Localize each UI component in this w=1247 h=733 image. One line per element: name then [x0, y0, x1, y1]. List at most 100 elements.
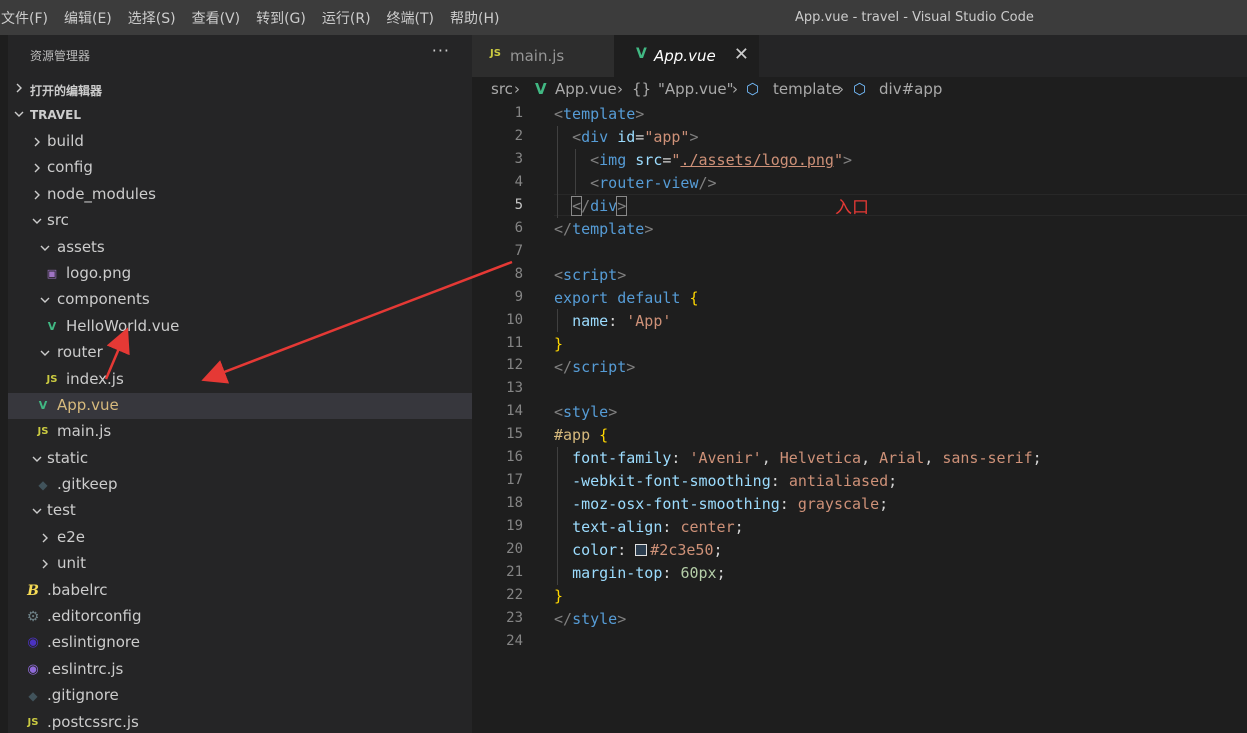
line-number: 13	[506, 380, 523, 397]
tree-item[interactable]: ◆ .gitkeep	[8, 472, 472, 498]
code-line: }	[554, 587, 564, 605]
project-section[interactable]: TRAVEL	[8, 103, 472, 129]
menu-file[interactable]: 文件(F)	[1, 8, 48, 28]
chevron-down-icon	[40, 297, 50, 304]
tree-item-label: logo.png	[66, 263, 132, 282]
tree-item[interactable]: JS main.js	[8, 419, 472, 445]
tree-item[interactable]: ◉ .eslintignore	[8, 630, 472, 656]
code-line: text-align: center;	[572, 518, 744, 536]
code-line: <img src="./assets/logo.png">	[590, 151, 853, 169]
close-icon[interactable]: ✕	[734, 44, 749, 65]
js-file-icon: JS	[46, 373, 58, 385]
chevron-right-icon	[16, 83, 22, 93]
current-line-highlight	[554, 194, 1247, 216]
line-number: 17	[506, 472, 523, 489]
color-swatch-icon[interactable]	[635, 544, 648, 556]
menu-terminal[interactable]: 终端(T)	[387, 8, 434, 28]
line-number: 15	[506, 426, 523, 443]
file-tree: build config node_modules src assets ▣ logo.pn…	[8, 129, 472, 733]
tree-item[interactable]: B .babelrc	[8, 578, 472, 604]
open-editors-label: 打开的编辑器	[30, 84, 103, 98]
tree-item[interactable]: V HelloWorld.vue	[8, 314, 472, 340]
tab-label: main.js	[510, 47, 565, 65]
chevron-right-icon	[34, 163, 40, 173]
line-number: 2	[514, 127, 523, 144]
code-line: font-family: 'Avenir', Helvetica, Arial,…	[572, 449, 1042, 467]
menu-selection[interactable]: 选择(S)	[128, 8, 176, 28]
chevron-right-icon	[34, 190, 40, 200]
tree-item[interactable]: src	[8, 208, 472, 234]
js-file-icon: JS	[490, 48, 501, 59]
menu-goto[interactable]: 转到(G)	[256, 8, 306, 28]
editor-tabs: JS main.js V App.vue ✕	[472, 35, 1247, 77]
tree-item-label: build	[47, 132, 84, 150]
tree-item[interactable]: components	[8, 287, 472, 313]
line-number: 4	[514, 173, 523, 190]
code-line: margin-top: 60px;	[572, 564, 726, 582]
code-line: }	[554, 335, 564, 353]
tree-item[interactable]: test	[8, 498, 472, 524]
more-actions-icon[interactable]: ···	[432, 41, 450, 60]
tree-item[interactable]: V App.vue	[8, 392, 472, 420]
line-number: 16	[506, 449, 523, 466]
tree-item[interactable]: assets	[8, 235, 472, 261]
tree-item-label: App.vue	[57, 395, 119, 414]
tree-item[interactable]: JS .postcssrc.js	[8, 710, 472, 733]
line-number: 12	[506, 357, 523, 374]
chevron-right-icon	[42, 533, 48, 543]
window-title: App.vue - travel - Visual Studio Code	[795, 10, 1034, 25]
code-line: -webkit-font-smoothing: antialiased;	[572, 472, 898, 490]
js-file-icon: JS	[27, 716, 39, 728]
open-editors-section[interactable]: 打开的编辑器	[8, 77, 472, 103]
line-number: 9	[514, 288, 523, 305]
code-line: </div>	[571, 196, 628, 216]
tree-item[interactable]: config	[8, 155, 472, 181]
chevron-down-icon	[40, 350, 50, 357]
project-label: TRAVEL	[30, 108, 82, 122]
vue-file-icon: V	[47, 319, 57, 333]
tab-app-vue[interactable]: V App.vue ✕	[614, 35, 759, 77]
breadcrumb-template[interactable]: template	[773, 80, 841, 98]
vue-file-icon: V	[636, 46, 647, 62]
menu-edit[interactable]: 编辑(E)	[64, 8, 112, 28]
line-number: 7	[514, 242, 523, 259]
tree-item[interactable]: ▣ logo.png	[8, 261, 472, 287]
menu-run[interactable]: 运行(R)	[322, 8, 371, 28]
tree-item[interactable]: router	[8, 340, 472, 366]
tree-item-label: .postcssrc.js	[47, 712, 139, 731]
code-editor[interactable]: 1 2 3 4 5 6 7 8 9 10 11 12 13 14 15 16 17 18 19 20 21 22 23 24 …	[472, 103, 1247, 733]
tab-main-js[interactable]: JS main.js	[472, 35, 614, 77]
line-number: 19	[506, 518, 523, 535]
line-number: 1	[514, 105, 523, 121]
tree-item-label: .gitignore	[47, 686, 119, 705]
tree-item[interactable]: build	[8, 129, 472, 155]
code-line: <style>	[554, 403, 618, 421]
tree-item[interactable]: JS index.js	[8, 367, 472, 393]
code-line: #app {	[554, 426, 609, 444]
cube-icon: ⬡	[746, 80, 760, 98]
tree-item[interactable]: unit	[8, 551, 472, 577]
cube-icon: ⬡	[853, 80, 867, 98]
tree-item[interactable]: ⚙ .editorconfig	[8, 604, 472, 630]
breadcrumb-object[interactable]: "App.vue"	[658, 80, 733, 98]
js-file-icon: JS	[37, 426, 49, 438]
breadcrumb-div[interactable]: div#app	[879, 80, 942, 98]
git-file-icon: ◆	[38, 478, 48, 493]
tree-item[interactable]: ◉ .eslintrc.js	[8, 657, 472, 683]
code-line: <template>	[554, 105, 645, 123]
tree-item[interactable]: ◆ .gitignore	[8, 683, 472, 709]
line-number: 8	[514, 265, 523, 282]
tree-item-label: HelloWorld.vue	[66, 316, 180, 335]
code-line: -moz-osx-font-smoothing: grayscale;	[572, 495, 889, 513]
menu-help[interactable]: 帮助(H)	[450, 8, 499, 28]
breadcrumb-file[interactable]: App.vue	[555, 80, 617, 98]
tree-item[interactable]: e2e	[8, 525, 472, 551]
tree-item[interactable]: node_modules	[8, 182, 472, 208]
breadcrumb-src[interactable]: src	[491, 80, 513, 98]
menu-view[interactable]: 查看(V)	[192, 8, 241, 28]
line-number: 14	[506, 403, 523, 420]
tree-item[interactable]: static	[8, 446, 472, 472]
tree-item-label: static	[47, 448, 89, 467]
line-number: 20	[506, 541, 523, 558]
title-bar: 文件(F) 编辑(E) 选择(S) 查看(V) 转到(G) 运行(R) 终端(T…	[0, 0, 1247, 35]
